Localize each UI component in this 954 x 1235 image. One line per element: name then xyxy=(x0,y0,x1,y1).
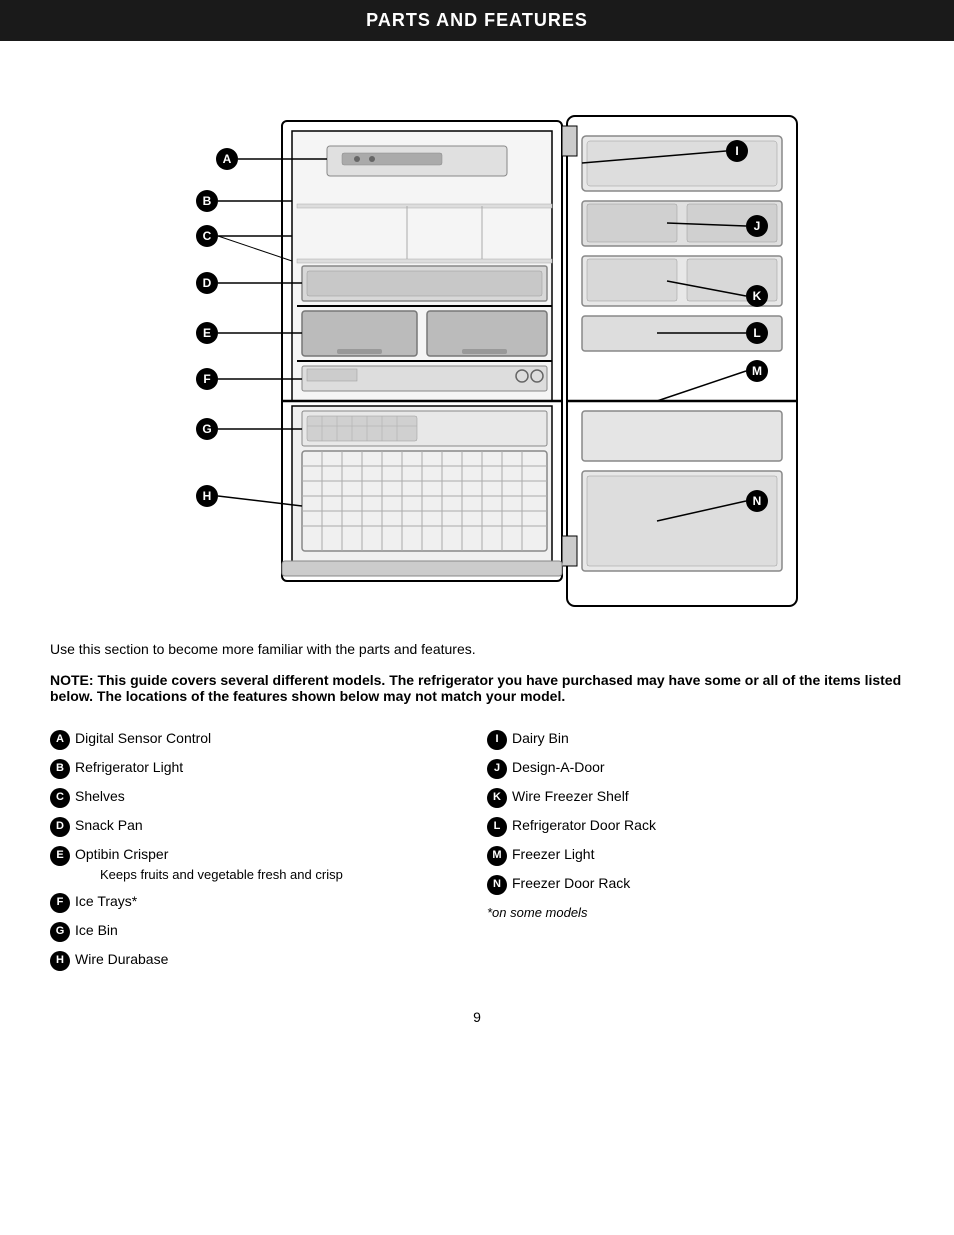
part-label-j: Design-A-Door xyxy=(512,758,904,778)
svg-text:D: D xyxy=(203,276,212,290)
part-label-h: Wire Durabase xyxy=(75,950,467,970)
part-item-l: L Refrigerator Door Rack xyxy=(487,816,904,837)
svg-text:A: A xyxy=(223,152,232,166)
svg-text:E: E xyxy=(203,326,211,340)
svg-text:H: H xyxy=(203,489,212,503)
part-badge-n: N xyxy=(487,875,507,895)
part-item-a: A Digital Sensor Control xyxy=(50,729,467,750)
part-item-e: E Optibin CrisperKeeps fruits and vegeta… xyxy=(50,845,467,884)
part-badge-i: I xyxy=(487,730,507,750)
part-label-d: Snack Pan xyxy=(75,816,467,836)
part-item-k: K Wire Freezer Shelf xyxy=(487,787,904,808)
parts-right-column: I Dairy Bin J Design-A-Door K Wire Freez… xyxy=(487,729,904,979)
header-title: PARTS AND FEATURES xyxy=(366,10,588,30)
part-item-m: M Freezer Light xyxy=(487,845,904,866)
part-label-b: Refrigerator Light xyxy=(75,758,467,778)
svg-text:G: G xyxy=(202,422,211,436)
diagram-section: A B C D E F G H I xyxy=(127,61,827,611)
parts-list: A Digital Sensor Control B Refrigerator … xyxy=(0,729,954,979)
part-label-k: Wire Freezer Shelf xyxy=(512,787,904,807)
part-badge-a: A xyxy=(50,730,70,750)
part-badge-b: B xyxy=(50,759,70,779)
svg-text:M: M xyxy=(752,364,762,378)
part-badge-c: C xyxy=(50,788,70,808)
note-text: NOTE: This guide covers several differen… xyxy=(0,672,954,704)
part-item-j: J Design-A-Door xyxy=(487,758,904,779)
part-badge-h: H xyxy=(50,951,70,971)
svg-text:K: K xyxy=(753,289,762,303)
part-item-i: I Dairy Bin xyxy=(487,729,904,750)
part-label-g: Ice Bin xyxy=(75,921,467,941)
page-header: PARTS AND FEATURES xyxy=(0,0,954,41)
part-label-l: Refrigerator Door Rack xyxy=(512,816,904,836)
part-item-b: B Refrigerator Light xyxy=(50,758,467,779)
part-label-f: Ice Trays* xyxy=(75,892,467,912)
part-item-h: H Wire Durabase xyxy=(50,950,467,971)
part-item-c: C Shelves xyxy=(50,787,467,808)
page-number: 9 xyxy=(0,1009,954,1025)
part-item-d: D Snack Pan xyxy=(50,816,467,837)
part-label-e: Optibin CrisperKeeps fruits and vegetabl… xyxy=(75,845,467,884)
svg-text:J: J xyxy=(754,219,761,233)
part-item-n: N Freezer Door Rack xyxy=(487,874,904,895)
part-item-f: F Ice Trays* xyxy=(50,892,467,913)
part-label-m: Freezer Light xyxy=(512,845,904,865)
fridge-diagram: A B C D E F G H I xyxy=(127,61,827,611)
part-badge-d: D xyxy=(50,817,70,837)
svg-text:L: L xyxy=(753,326,760,340)
svg-text:F: F xyxy=(203,372,210,386)
part-badge-g: G xyxy=(50,922,70,942)
part-badge-m: M xyxy=(487,846,507,866)
part-badge-f: F xyxy=(50,893,70,913)
svg-text:C: C xyxy=(203,229,212,243)
part-label-a: Digital Sensor Control xyxy=(75,729,467,749)
part-item-g: G Ice Bin xyxy=(50,921,467,942)
svg-text:N: N xyxy=(753,494,762,508)
part-badge-k: K xyxy=(487,788,507,808)
parts-left-column: A Digital Sensor Control B Refrigerator … xyxy=(50,729,467,979)
part-sub-e: Keeps fruits and vegetable fresh and cri… xyxy=(100,866,467,884)
part-label-i: Dairy Bin xyxy=(512,729,904,749)
asterisk-note: *on some models xyxy=(487,905,904,920)
part-badge-e: E xyxy=(50,846,70,866)
part-label-n: Freezer Door Rack xyxy=(512,874,904,894)
part-label-c: Shelves xyxy=(75,787,467,807)
svg-text:B: B xyxy=(203,194,212,208)
part-badge-l: L xyxy=(487,817,507,837)
svg-text:I: I xyxy=(735,144,738,158)
part-badge-j: J xyxy=(487,759,507,779)
intro-text: Use this section to become more familiar… xyxy=(0,641,954,657)
